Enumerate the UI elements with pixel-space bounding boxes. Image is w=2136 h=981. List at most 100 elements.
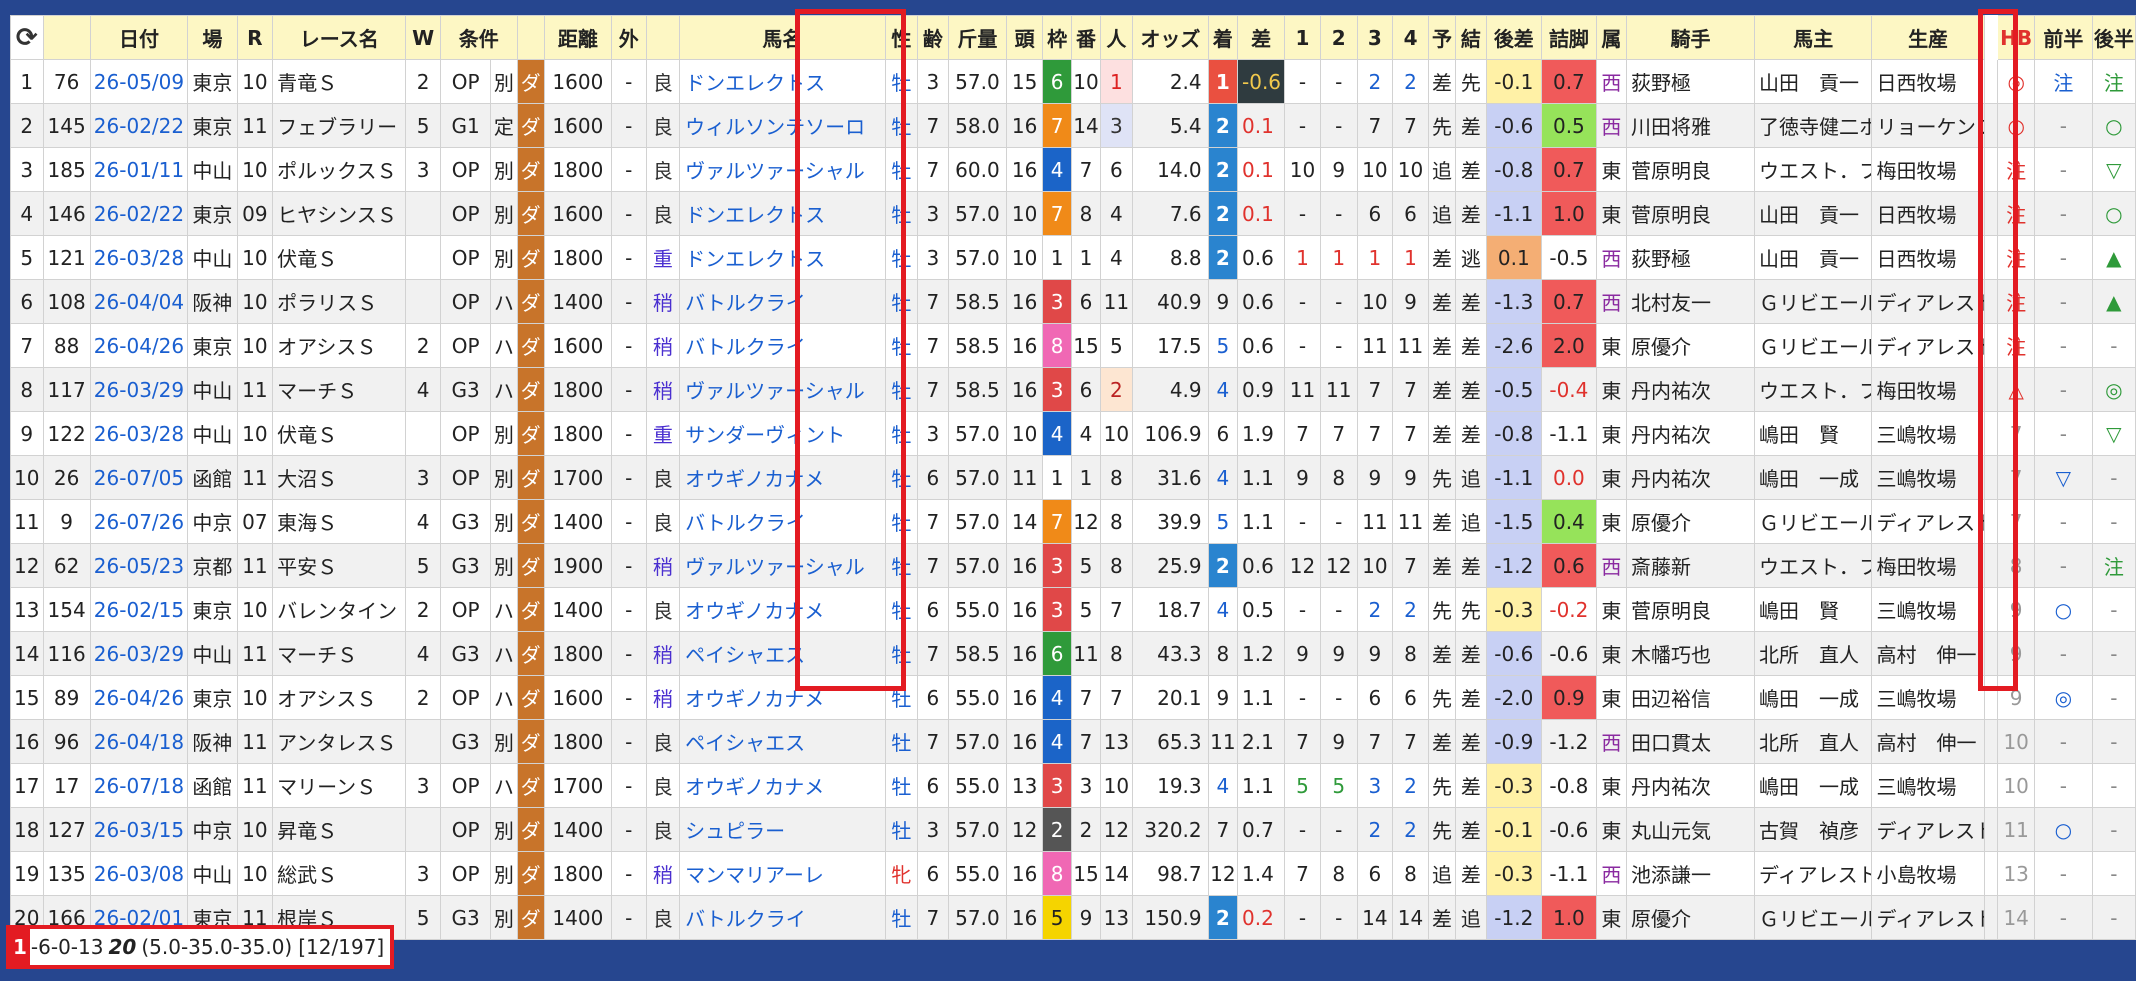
row-race-name[interactable]: オアシスＳ <box>272 323 407 368</box>
row-horse[interactable]: オウギノカナメ <box>679 455 886 500</box>
row-date[interactable]: 26-01/11 <box>89 147 189 192</box>
row-horse[interactable]: バトルクライ <box>679 323 886 368</box>
table-row[interactable]: 11 9 26-07/26 中京 07 東海Ｓ 4 G3 別ダ 1400- 良バトルクライ牡 7 57.… <box>10 499 2136 544</box>
table-row[interactable]: 19 135 26-03/08 中山 10 総武Ｓ 3 OP 別ダ 1800- 稍マンマリアーレ牝 6… <box>10 851 2136 896</box>
row-owner[interactable]: ディアレスト <box>1753 851 1873 896</box>
row-jockey[interactable]: 田辺裕信 <box>1626 675 1755 720</box>
row-horse[interactable]: バトルクライ <box>679 895 886 940</box>
row-date[interactable]: 26-04/26 <box>89 323 189 368</box>
col-ago-diff[interactable]: 後差 <box>1485 15 1543 60</box>
row-jockey[interactable]: 菅原明良 <box>1626 191 1755 236</box>
table-row[interactable]: 8 117 26-03/29 中山 11 マーチＳ 4 G3 ハダ 1800- 稍ヴァルツァーシャル… <box>10 367 2136 412</box>
row-date[interactable]: 26-05/09 <box>89 59 189 104</box>
table-row[interactable]: 9 122 26-03/28 中山 10 伏竜Ｓ OP 別ダ 1800- 重サンダーヴィント牡 3 5… <box>10 411 2136 456</box>
row-owner[interactable]: 嶋田 一成 <box>1753 763 1873 808</box>
row-horse[interactable]: ドンエレクトス <box>679 235 886 280</box>
row-date[interactable]: 26-03/29 <box>89 367 189 412</box>
col-jockey[interactable]: 騎手 <box>1626 15 1755 60</box>
row-owner[interactable]: Ｇリビエール <box>1753 323 1873 368</box>
col-corner4[interactable]: 4 <box>1392 15 1429 60</box>
row-owner[interactable]: ウエスト．フ <box>1753 147 1873 192</box>
col-outer[interactable]: 外 <box>610 15 647 60</box>
table-row[interactable]: 6 108 26-04/04 阪神 10 ポラリスＳ OP ハダ 1400- 稍バトルクライ牡 7 5… <box>10 279 2136 324</box>
row-race-name[interactable]: ヒヤシンスＳ <box>272 191 407 236</box>
col-owner[interactable]: 馬主 <box>1753 15 1873 60</box>
table-row[interactable]: 12 62 26-05/23 京都 11 平安Ｓ 5 G3 別ダ 1900- 稍ヴァルツァーシャル牡… <box>10 543 2136 588</box>
row-horse[interactable]: ペイシャエス <box>679 719 886 764</box>
row-date[interactable]: 26-02/22 <box>89 191 189 236</box>
row-date[interactable]: 26-03/28 <box>89 411 189 456</box>
col-age[interactable]: 齢 <box>917 15 949 60</box>
row-horse[interactable]: ヴァルツァーシャル <box>679 147 886 192</box>
row-horse[interactable]: シュピラー <box>679 807 886 852</box>
row-horse[interactable]: ドンエレクトス <box>679 191 886 236</box>
row-jockey[interactable]: 丸山元気 <box>1626 807 1755 852</box>
row-horse[interactable]: サンダーヴィント <box>679 411 886 456</box>
row-race-name[interactable]: 平安Ｓ <box>272 543 407 588</box>
row-owner[interactable]: 北所 直人 <box>1753 719 1873 764</box>
row-date[interactable]: 26-04/26 <box>89 675 189 720</box>
row-horse[interactable]: ヴァルツァーシャル <box>679 543 886 588</box>
col-second-half[interactable]: 後半 <box>2091 15 2136 60</box>
row-date[interactable]: 26-04/18 <box>89 719 189 764</box>
row-jockey[interactable]: 丹内祐次 <box>1626 367 1755 412</box>
col-zoku[interactable]: 属 <box>1595 15 1628 60</box>
row-race-name[interactable]: 青竜Ｓ <box>272 59 407 104</box>
table-row[interactable]: 7 88 26-04/26 東京 10 オアシスＳ 2 OP ハダ 1600- 稍バトルクライ牡 7 5… <box>10 323 2136 368</box>
row-race-name[interactable]: ポルックスＳ <box>272 147 407 192</box>
row-owner[interactable]: 山田 貢一 <box>1753 59 1873 104</box>
row-owner[interactable]: 古賀 禎彦 <box>1753 807 1873 852</box>
row-date[interactable]: 26-03/08 <box>89 851 189 896</box>
row-horse[interactable]: オウギノカナメ <box>679 587 886 632</box>
col-weight[interactable]: 斤量 <box>947 15 1008 60</box>
col-w[interactable]: W <box>405 15 441 60</box>
row-jockey[interactable]: 田口貫太 <box>1626 719 1755 764</box>
row-jockey[interactable]: 木幡巧也 <box>1626 631 1755 676</box>
row-jockey[interactable]: 原優介 <box>1626 323 1755 368</box>
row-date[interactable]: 26-04/04 <box>89 279 189 324</box>
table-row[interactable]: 5 121 26-03/28 中山 10 伏竜Ｓ OP 別ダ 1800- 重ドンエレクトス牡 3 57… <box>10 235 2136 280</box>
col-place[interactable]: 場 <box>187 15 238 60</box>
row-horse[interactable]: ウィルソンテソーロ <box>679 103 886 148</box>
row-horse[interactable]: オウギノカナメ <box>679 675 886 720</box>
row-race-name[interactable]: ポラリスＳ <box>272 279 407 324</box>
table-row[interactable]: 10 26 26-07/05 函館 11 大沼Ｓ 3 OP 別ダ 1700- 良オウギノカナメ牡 6 5… <box>10 455 2136 500</box>
row-race-name[interactable]: バレンタイン <box>272 587 407 632</box>
col-corner3[interactable]: 3 <box>1356 15 1394 60</box>
row-jockey[interactable]: 丹内祐次 <box>1626 411 1755 456</box>
row-race-name[interactable]: マーチＳ <box>272 631 407 676</box>
table-row[interactable]: 14 116 26-03/29 中山 11 マーチＳ 4 G3 ハダ 1800- 稍ペイシャエス牡 7… <box>10 631 2136 676</box>
row-horse[interactable]: ヴァルツァーシャル <box>679 367 886 412</box>
row-horse[interactable]: ペイシャエス <box>679 631 886 676</box>
row-jockey[interactable]: 菅原明良 <box>1626 587 1755 632</box>
row-date[interactable]: 26-07/18 <box>89 763 189 808</box>
row-jockey[interactable]: 丹内祐次 <box>1626 455 1755 500</box>
col-race-name[interactable]: レース名 <box>272 15 407 60</box>
table-row[interactable]: 1 76 26-05/09 東京 10 青竜Ｓ 2 OP 別ダ 1600- 良ドンエレクトス牡 3 57… <box>10 59 2136 104</box>
table-row[interactable]: 16 96 26-04/18 阪神 11 アンタレスＳ G3 別ダ 1800- 良ペイシャエス牡 7… <box>10 719 2136 764</box>
row-owner[interactable]: 北所 直人 <box>1753 631 1873 676</box>
row-race-name[interactable]: フェブラリー <box>272 103 407 148</box>
row-jockey[interactable]: 川田将雅 <box>1626 103 1755 148</box>
row-owner[interactable]: 山田 貢一 <box>1753 191 1873 236</box>
table-row[interactable]: 4 146 26-02/22 東京 09 ヒヤシンスＳ OP 別ダ 1600- 良ドンエレクトス牡… <box>10 191 2136 236</box>
row-race-name[interactable]: 大沼Ｓ <box>272 455 407 500</box>
col-breeder[interactable]: 生産 <box>1871 15 1985 60</box>
table-row[interactable]: 17 17 26-07/18 函館 11 マリーンＳ 3 OP ハダ 1700- 良オウギノカナメ牡… <box>10 763 2136 808</box>
col-pred[interactable]: 予 <box>1427 15 1457 60</box>
col-odds[interactable]: オッズ <box>1132 15 1209 60</box>
row-date[interactable]: 26-07/05 <box>89 455 189 500</box>
col-corner1[interactable]: 1 <box>1284 15 1321 60</box>
col-date[interactable]: 日付 <box>89 15 189 60</box>
row-race-name[interactable]: 伏竜Ｓ <box>272 411 407 456</box>
row-owner[interactable]: 嶋田 一成 <box>1753 455 1873 500</box>
row-owner[interactable]: 嶋田 賢 <box>1753 587 1873 632</box>
row-owner[interactable]: 嶋田 賢 <box>1753 411 1873 456</box>
row-date[interactable]: 26-02/22 <box>89 103 189 148</box>
col-heads[interactable]: 頭 <box>1006 15 1043 60</box>
row-jockey[interactable]: 菅原明良 <box>1626 147 1755 192</box>
col-tsume[interactable]: 詰脚 <box>1541 15 1597 60</box>
reload-icon[interactable]: ⟳ <box>10 15 44 60</box>
col-horse[interactable]: 馬名 <box>679 15 886 60</box>
col-pop[interactable]: 人 <box>1099 15 1134 60</box>
